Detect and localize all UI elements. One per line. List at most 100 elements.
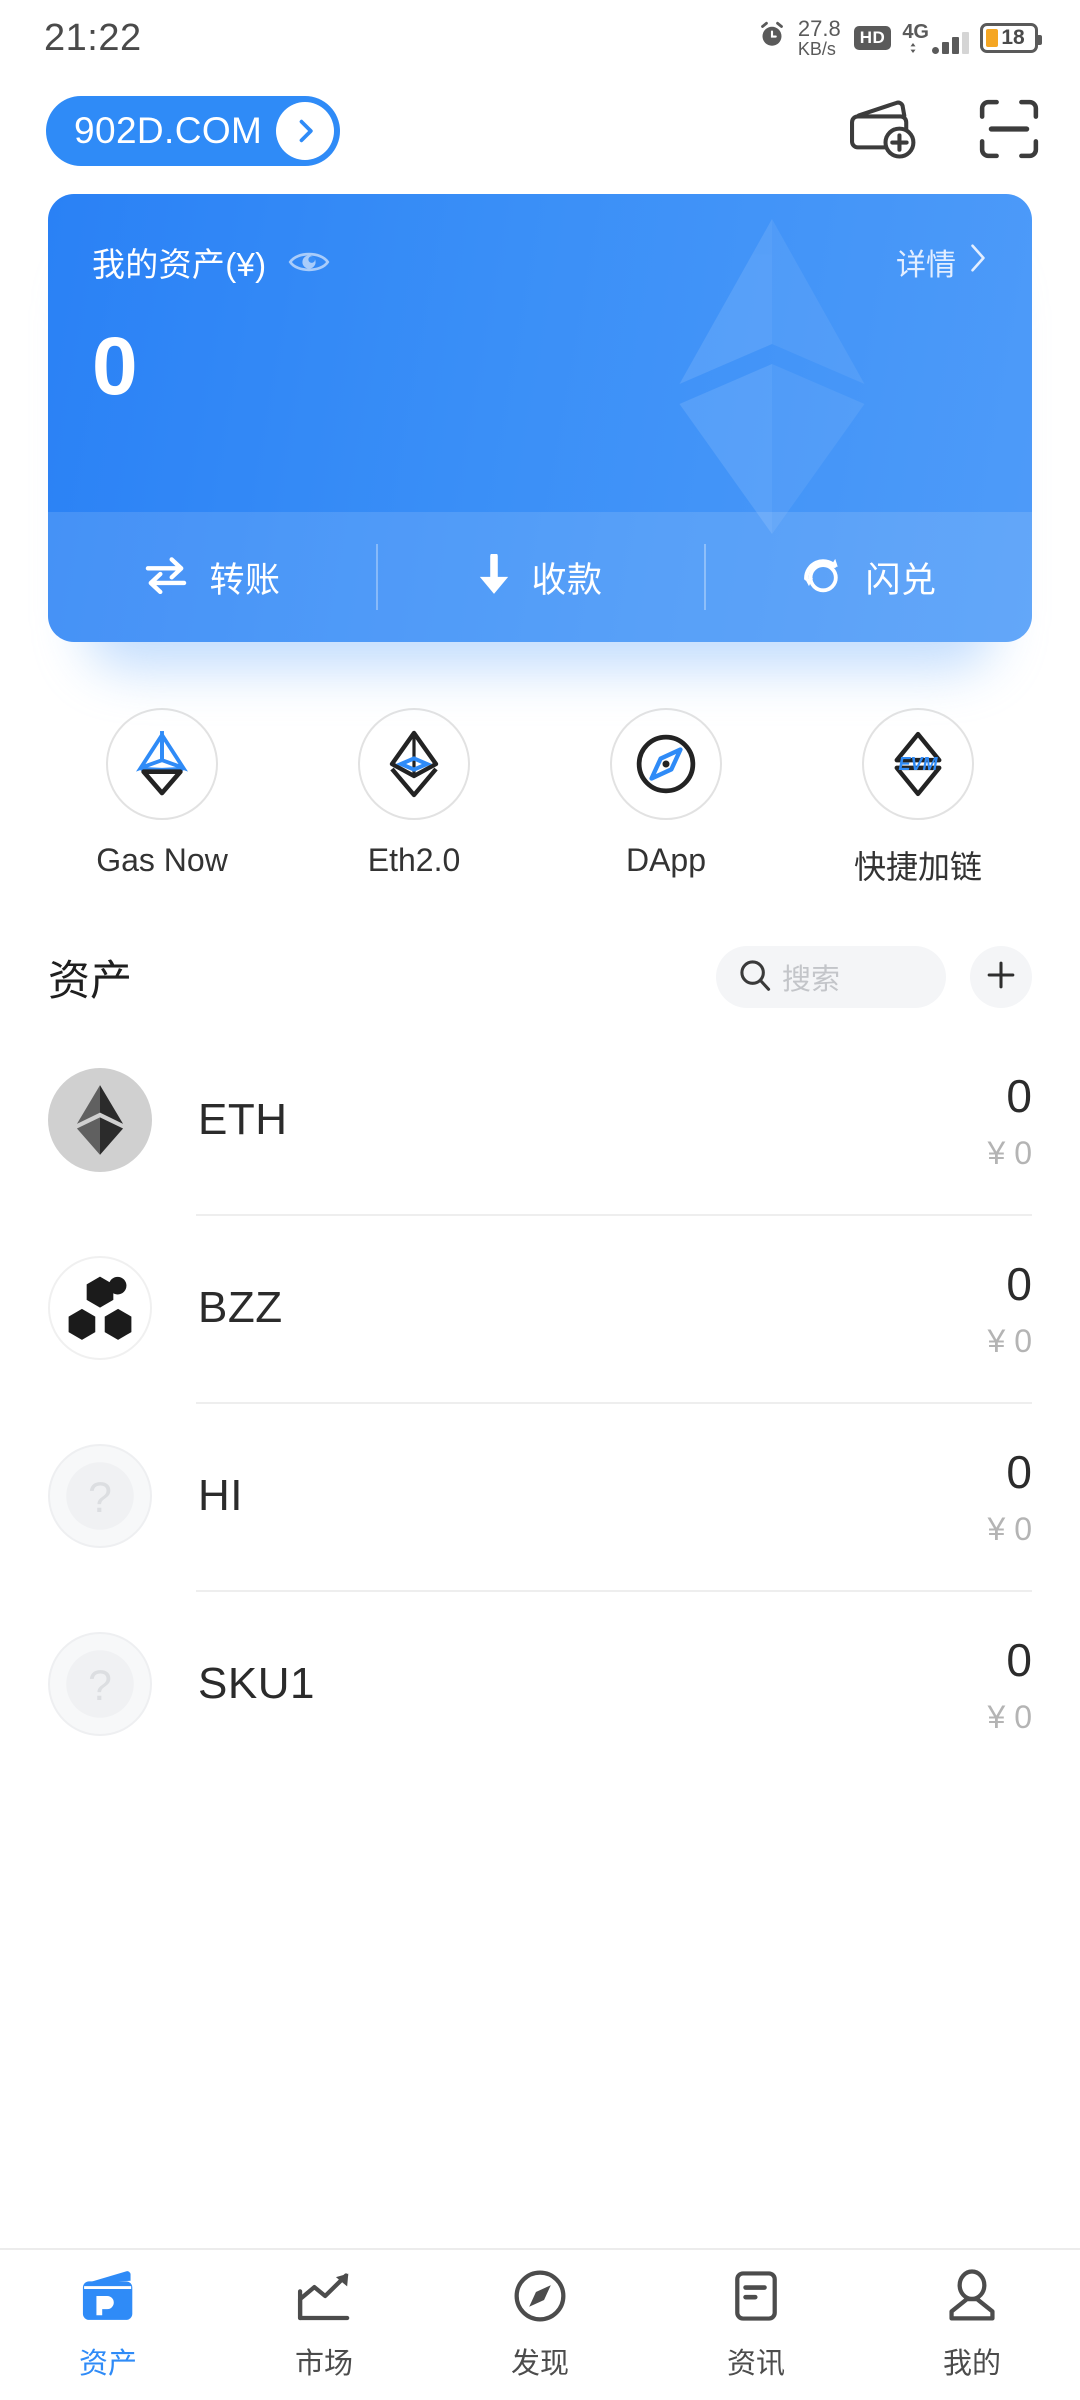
quick-entry-label: Gas Now xyxy=(96,842,228,878)
token-symbol: BZZ xyxy=(198,1283,283,1332)
tab-market[interactable]: 市场 xyxy=(216,2269,432,2382)
token-fiat-value: ¥ 0 xyxy=(987,1510,1032,1547)
chevron-right-icon xyxy=(968,243,988,281)
quick-entry-eth2[interactable]: Eth2.0 xyxy=(288,708,540,888)
market-chart-icon xyxy=(295,2269,353,2328)
table-row[interactable]: ? SKU1 0 ¥ 0 xyxy=(48,1590,1032,1778)
quick-entry-label: Eth2.0 xyxy=(367,842,461,878)
balance-card[interactable]: 我的资产(¥) 详情 0 转账 收款 闪兑 xyxy=(48,194,1032,642)
balance-label-group: 我的资产(¥) xyxy=(92,238,330,286)
table-row[interactable]: ETH 0 ¥ 0 xyxy=(48,1026,1032,1214)
quick-entry-label: 快捷加链 xyxy=(853,849,982,885)
network-speed: 27.8 KB/s xyxy=(797,15,841,60)
add-wallet-icon[interactable] xyxy=(850,99,916,164)
tab-label: 资产 xyxy=(78,2347,137,2380)
compass-icon xyxy=(512,2269,568,2328)
quick-entry-add-chain[interactable]: EVM 快捷加链 xyxy=(792,708,1044,888)
search-input[interactable]: 搜索 xyxy=(716,946,946,1008)
swarm-bzz-logo xyxy=(48,1256,152,1360)
tab-mine[interactable]: 我的 xyxy=(864,2268,1080,2382)
status-indicators: 27.8 KB/s HD 4G 18 xyxy=(757,15,1042,60)
transfer-action[interactable]: 转账 xyxy=(48,512,376,642)
gas-now-icon xyxy=(106,708,218,820)
network-type-label: 4G xyxy=(902,20,929,43)
chevron-right-icon[interactable] xyxy=(276,102,335,160)
card-action-bar: 转账 收款 闪兑 xyxy=(48,512,1032,642)
quick-entry-dapp[interactable]: DApp xyxy=(540,708,792,888)
compass-icon xyxy=(610,708,722,820)
svg-text:?: ? xyxy=(88,1662,112,1710)
token-fiat-value: ¥ 0 xyxy=(987,1698,1032,1735)
receive-down-arrow-icon xyxy=(477,551,511,601)
tab-news[interactable]: 资讯 xyxy=(648,2269,864,2382)
alarm-clock-icon xyxy=(757,20,787,55)
tab-label: 市场 xyxy=(294,2347,353,2380)
app-header: 902D.COM xyxy=(0,76,1080,186)
eye-toggle-icon[interactable] xyxy=(288,247,330,277)
transfer-icon xyxy=(143,556,189,599)
signal-bars-icon xyxy=(932,31,969,54)
network-speed-value: 27.8 xyxy=(797,15,841,41)
transfer-label: 转账 xyxy=(209,560,281,600)
flash-swap-action[interactable]: 闪兑 xyxy=(704,512,1032,642)
flash-swap-icon xyxy=(799,552,845,603)
tab-discover[interactable]: 发现 xyxy=(432,2269,648,2382)
balance-card-top: 我的资产(¥) 详情 0 xyxy=(48,194,1032,512)
plus-icon xyxy=(985,959,1017,996)
battery-icon: 18 xyxy=(980,22,1042,53)
table-row[interactable]: ? HI 0 ¥ 0 xyxy=(48,1402,1032,1590)
token-symbol: ETH xyxy=(198,1095,288,1144)
card-detail-label: 详情 xyxy=(896,249,956,282)
network-type-group: 4G xyxy=(902,22,929,54)
token-fiat-value: ¥ 0 xyxy=(987,1134,1032,1171)
table-row[interactable]: BZZ 0 ¥ 0 xyxy=(48,1214,1032,1402)
hd-badge: HD xyxy=(853,25,892,50)
token-fiat-value: ¥ 0 xyxy=(987,1322,1032,1359)
data-arrows-icon xyxy=(910,42,916,53)
evm-chain-icon: EVM xyxy=(862,708,974,820)
card-detail-link[interactable]: 详情 xyxy=(896,240,988,284)
eth2-diamond-icon xyxy=(358,708,470,820)
token-values: 0 ¥ 0 xyxy=(988,1069,1032,1172)
balance-card-header: 我的资产(¥) 详情 xyxy=(92,238,988,286)
token-symbol: HI xyxy=(198,1471,243,1520)
status-time: 21:22 xyxy=(44,16,142,59)
balance-amount: 0 xyxy=(92,321,139,412)
add-token-button[interactable] xyxy=(970,946,1032,1008)
token-balance: 0 xyxy=(1006,1257,1032,1310)
balance-label: 我的资产(¥) xyxy=(92,246,267,283)
quick-entry-label: DApp xyxy=(625,842,707,878)
token-values: 0 ¥ 0 xyxy=(988,1257,1032,1360)
bottom-tab-bar: 资产 市场 发现 资讯 我的 xyxy=(0,2248,1080,2400)
news-document-icon xyxy=(731,2269,781,2328)
status-bar: 21:22 27.8 KB/s HD 4G 18 xyxy=(0,0,1080,76)
wallet-selector-chip[interactable]: 902D.COM xyxy=(46,96,341,166)
header-actions xyxy=(850,98,1040,165)
token-values: 0 ¥ 0 xyxy=(988,1633,1032,1736)
person-icon xyxy=(946,2268,998,2328)
assets-section-header: 资产 搜索 xyxy=(0,888,1080,1008)
qr-scan-icon[interactable] xyxy=(978,98,1040,165)
svg-text:?: ? xyxy=(88,1474,112,1522)
search-placeholder: 搜索 xyxy=(782,964,841,996)
ethereum-logo xyxy=(48,1068,152,1172)
receive-action[interactable]: 收款 xyxy=(376,512,704,642)
token-balance: 0 xyxy=(1006,1633,1032,1686)
app-screen: 21:22 27.8 KB/s HD 4G 18 902D.COM 我的资产(¥… xyxy=(0,0,1080,2400)
receive-label: 收款 xyxy=(531,560,603,600)
signal-indicator: 4G xyxy=(902,22,969,54)
quick-entry-gas-now[interactable]: Gas Now xyxy=(36,708,288,888)
token-list: ETH 0 ¥ 0 BZZ 0 ¥ 0 ? HI 0 ¥ 0 ? SKU1 0 … xyxy=(0,1026,1080,1778)
network-speed-unit: KB/s xyxy=(797,39,836,60)
tab-assets[interactable]: 资产 xyxy=(0,2269,216,2382)
battery-percent: 18 xyxy=(1001,25,1025,49)
assets-tools: 搜索 xyxy=(716,946,1032,1008)
token-balance: 0 xyxy=(1006,1069,1032,1122)
search-icon xyxy=(738,958,772,997)
unknown-token-logo: ? xyxy=(48,1444,152,1548)
wallet-name-label: 902D.COM xyxy=(74,110,263,151)
tab-label: 我的 xyxy=(942,2347,1001,2380)
flash-swap-label: 闪兑 xyxy=(865,560,937,600)
tab-label: 发现 xyxy=(510,2347,569,2380)
tab-label: 资讯 xyxy=(726,2347,785,2380)
